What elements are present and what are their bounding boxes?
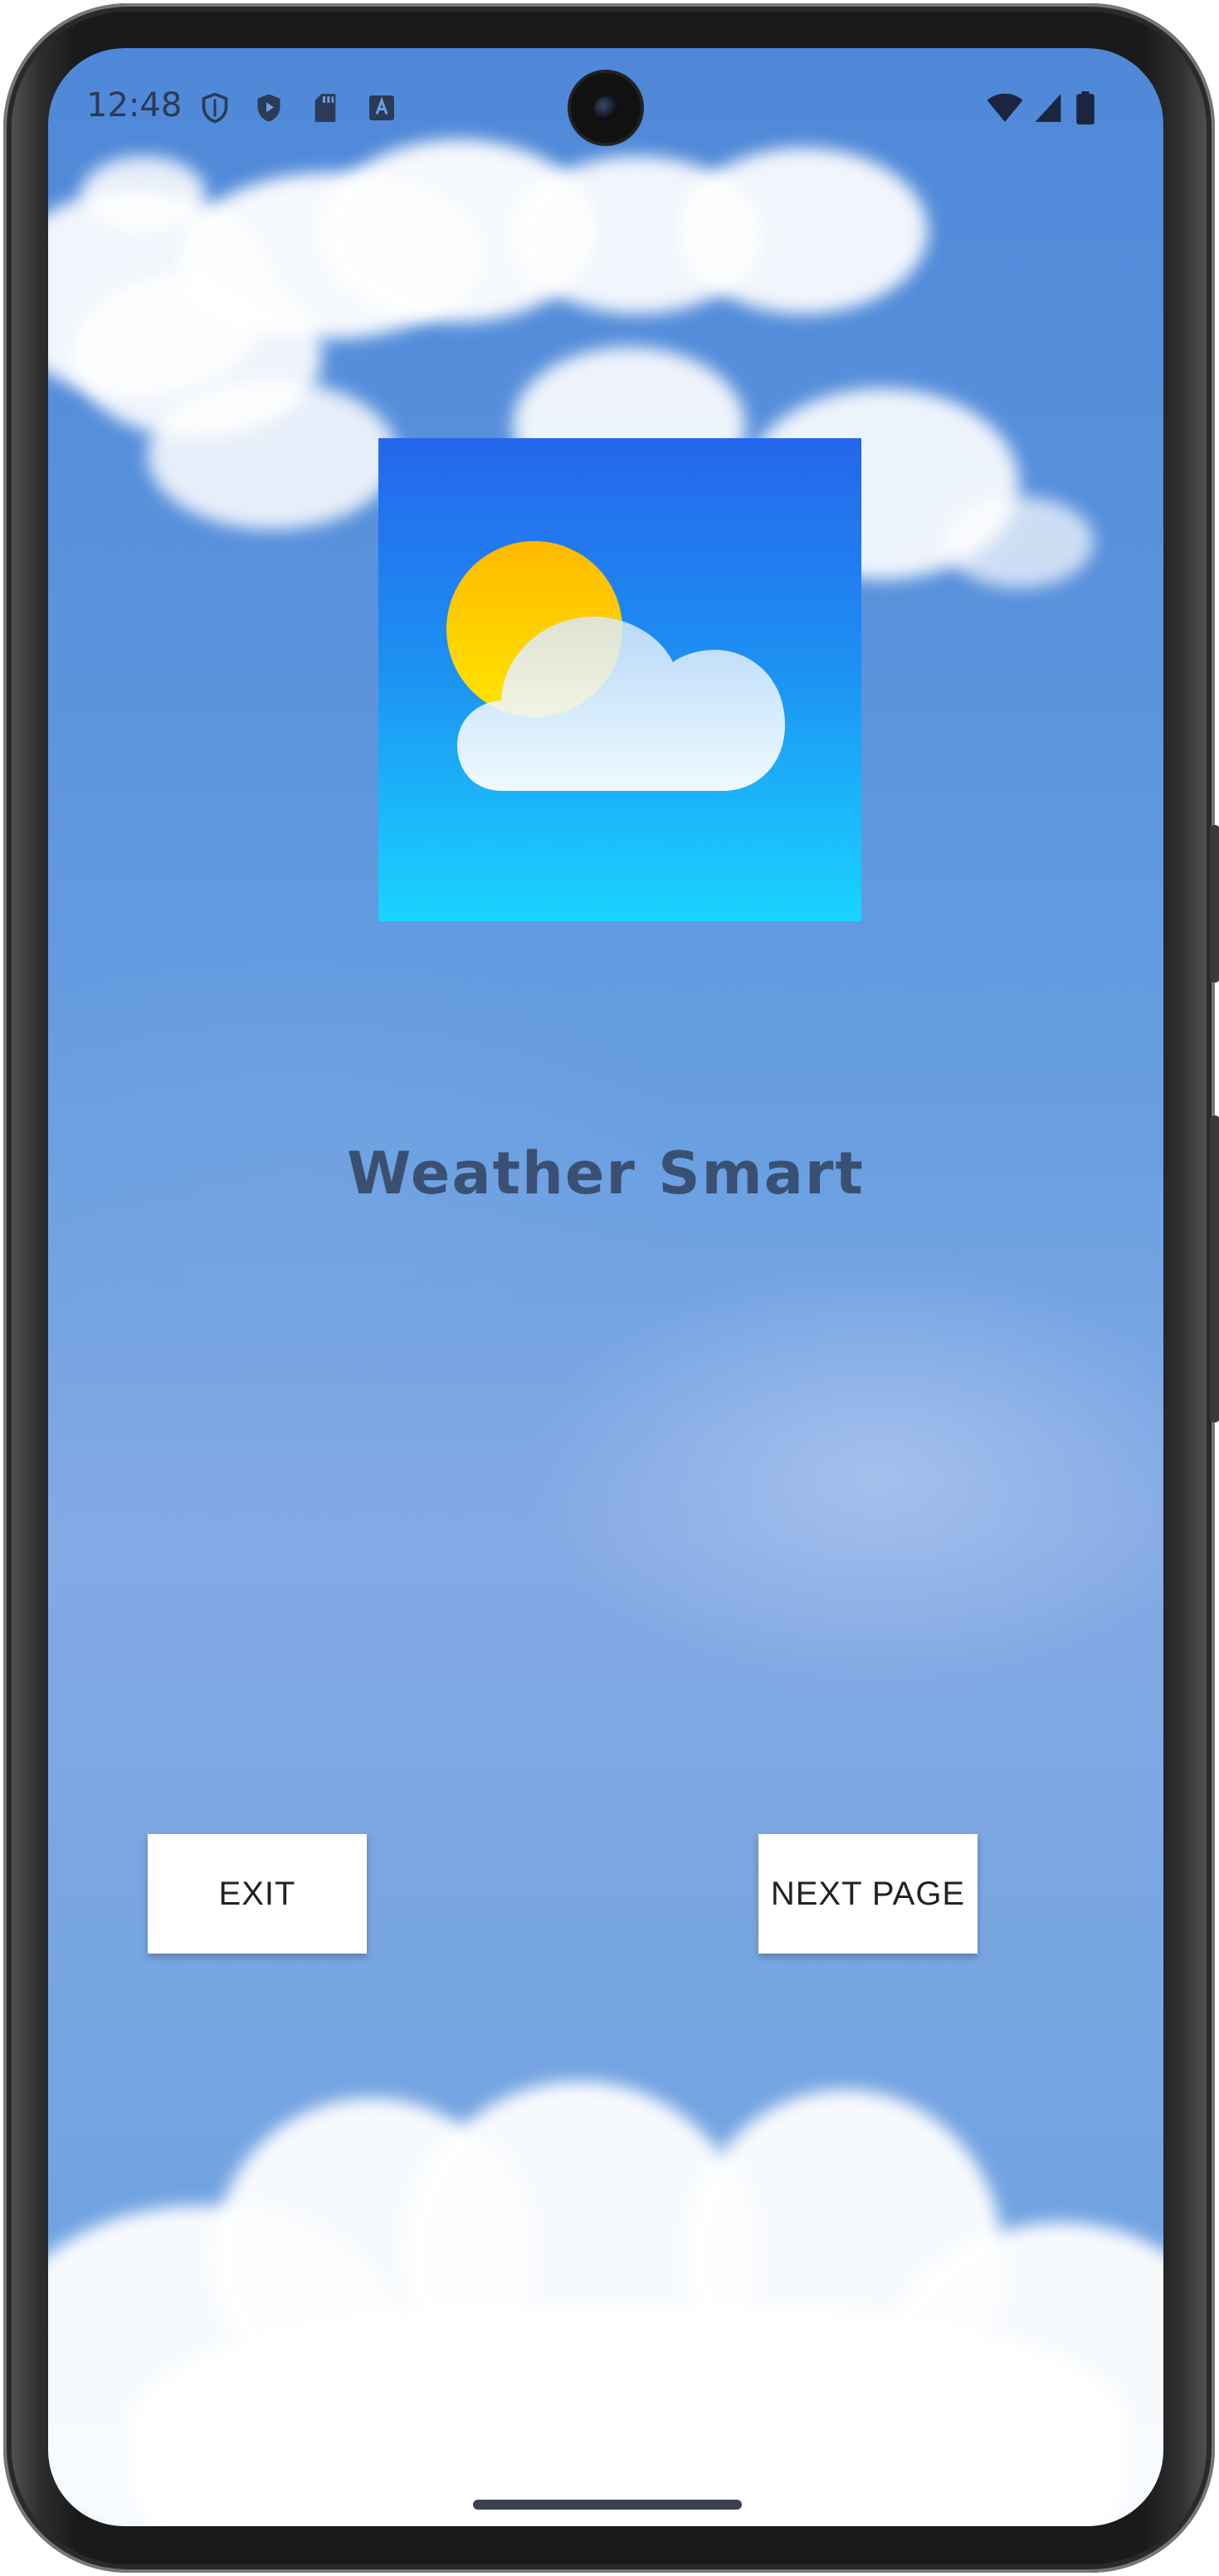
shield-play-icon	[254, 91, 284, 129]
keyboard-a-icon	[367, 91, 397, 129]
sun-cloud-icon	[446, 541, 785, 791]
front-camera	[571, 73, 641, 143]
battery-icon	[1075, 91, 1095, 129]
cell-signal-icon	[1032, 91, 1064, 129]
power-button	[1210, 1115, 1219, 1422]
status-time: 12:48	[86, 86, 183, 124]
next-page-button[interactable]: NEXT PAGE	[758, 1834, 978, 1954]
shield-outline-icon	[200, 91, 230, 129]
app-title: Weather Smart	[347, 1139, 865, 1208]
volume-button	[1210, 825, 1219, 983]
screen: 12:48 Weather Smart EXIT NEXT PAGE	[48, 48, 1163, 2526]
gesture-nav-handle[interactable]	[473, 2500, 742, 2510]
app-logo	[378, 438, 861, 921]
wifi-icon	[986, 91, 1024, 129]
sd-card-icon	[312, 91, 339, 129]
exit-button[interactable]: EXIT	[148, 1834, 367, 1954]
device: 12:48 Weather Smart EXIT NEXT PAGE	[0, 0, 1219, 2576]
